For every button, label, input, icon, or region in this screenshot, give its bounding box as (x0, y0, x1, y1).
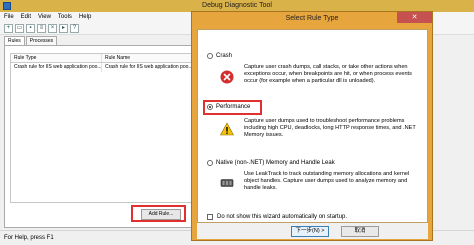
add-rule-button[interactable]: Add Rule... (141, 209, 181, 220)
error-icon (220, 70, 234, 84)
menu-edit[interactable]: Edit (21, 12, 31, 22)
warning-icon (219, 122, 235, 136)
new-rule-icon[interactable]: + (4, 23, 13, 33)
close-icon[interactable]: ✕ (397, 12, 432, 23)
option-memory-leak-description: Use LeakTrack to track outstanding memor… (244, 171, 410, 191)
option-crash-description: Capture user crash dumps, call stacks, o… (244, 64, 412, 84)
dont-show-checkbox[interactable] (207, 214, 213, 220)
help-icon[interactable]: ? (70, 23, 79, 33)
column-rule-name[interactable]: Rule Name (102, 54, 191, 62)
cancel-button[interactable]: 取消 (341, 226, 379, 237)
analyze-icon[interactable]: ▸ (59, 23, 68, 33)
option-performance-label: Performance (216, 104, 251, 110)
tab-rules[interactable]: Rules (4, 36, 25, 45)
option-crash[interactable]: Crash (207, 52, 232, 60)
rules-grid: Rule Type Rule Name Crash rule for IIS w… (10, 53, 192, 203)
menu-file[interactable]: File (4, 12, 14, 22)
table-row[interactable]: Crash rule for IIS web application poo..… (11, 63, 191, 72)
select-rule-type-dialog: Select Rule Type ✕ Crash Capture user cr… (191, 11, 433, 241)
radio-crash[interactable] (207, 53, 213, 59)
properties-icon[interactable]: ≡ (37, 23, 46, 33)
delete-icon[interactable]: × (48, 23, 57, 33)
open-icon[interactable]: ▭ (15, 23, 24, 33)
memory-chip-icon (220, 176, 234, 190)
radio-memory-leak[interactable] (207, 160, 213, 166)
dont-show-row[interactable]: Do not show this wizard automatically on… (207, 213, 347, 221)
menu-view[interactable]: View (38, 12, 51, 22)
option-performance[interactable]: Performance (207, 103, 250, 111)
tab-processes[interactable]: Processes (25, 36, 58, 45)
cell-rule-name: Crash rule for IIS web application poo..… (105, 64, 191, 70)
cell-rule-type: Crash rule for IIS web application poo..… (11, 63, 102, 72)
menu-help[interactable]: Help (79, 12, 91, 22)
dialog-title: Select Rule Type (285, 15, 339, 22)
grid-header: Rule Type Rule Name (11, 54, 191, 63)
radio-performance[interactable] (207, 104, 213, 110)
column-rule-type[interactable]: Rule Type (11, 54, 102, 62)
main-tabs: Rules Processes (4, 36, 58, 45)
main-window-title: Debug Diagnostic Tool (202, 2, 272, 9)
option-memory-leak[interactable]: Native (non-.NET) Memory and Handle Leak (207, 159, 335, 167)
app-icon (3, 2, 11, 10)
next-button[interactable]: 下一步(N) > (291, 226, 329, 237)
menu-tools[interactable]: Tools (58, 12, 72, 22)
option-memory-leak-label: Native (non-.NET) Memory and Handle Leak (216, 160, 335, 166)
option-crash-label: Crash (216, 53, 233, 59)
dont-show-label: Do not show this wizard automatically on… (217, 214, 348, 220)
dialog-footer: 下一步(N) > 取消 (197, 223, 428, 239)
dialog-body: Crash Capture user crash dumps, call sta… (197, 29, 428, 223)
option-performance-description: Capture user dumps used to troubleshoot … (244, 118, 416, 138)
save-icon[interactable]: ▪ (26, 23, 35, 33)
